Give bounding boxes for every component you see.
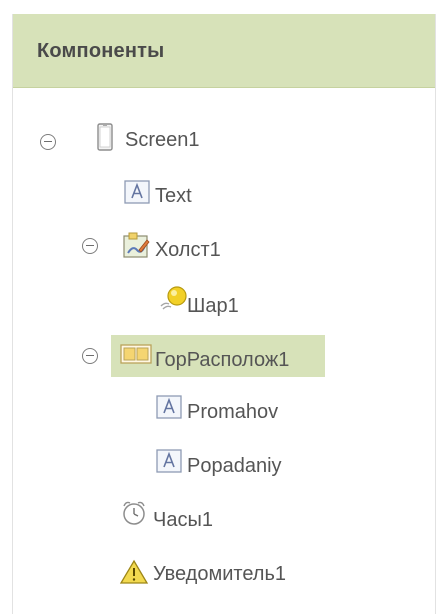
- horizontal-arrangement-icon: [119, 341, 153, 367]
- collapse-screen1-toggle[interactable]: [40, 134, 56, 150]
- tree-node-canvas1[interactable]: Холст1: [155, 240, 221, 260]
- clock-icon: [119, 498, 149, 528]
- screen-icon: [93, 121, 117, 153]
- tree-node-horizontal-arrangement1[interactable]: ГорРасполож1: [155, 350, 289, 370]
- tree-node-ball1[interactable]: Шар1: [187, 296, 239, 316]
- panel-title: Компоненты: [37, 40, 165, 62]
- canvas-icon: [121, 230, 151, 260]
- label-icon: [155, 447, 183, 475]
- tree-node-promahov[interactable]: Promahov: [187, 402, 278, 422]
- notifier-icon: [119, 558, 149, 586]
- components-tree: Screen1 Text Холст1 Шар1 ГорРасполож1 Pr…: [13, 88, 435, 614]
- tree-node-screen1[interactable]: Screen1: [125, 130, 200, 150]
- tree-node-popadaniy[interactable]: Popadaniy: [187, 456, 282, 476]
- components-panel: Компоненты Screen1 Text Холст1 Шар1 ГорР…: [12, 14, 436, 614]
- collapse-canvas-toggle[interactable]: [82, 238, 98, 254]
- components-panel-header: Компоненты: [13, 14, 435, 88]
- label-icon: [155, 393, 183, 421]
- collapse-horizontal-arrangement-toggle[interactable]: [82, 348, 98, 364]
- tree-node-notifier1[interactable]: Уведомитель1: [153, 564, 286, 584]
- tree-node-text[interactable]: Text: [155, 186, 192, 206]
- ball-sprite-icon: [159, 282, 189, 312]
- tree-node-clock1[interactable]: Часы1: [153, 510, 213, 530]
- label-icon: [123, 178, 151, 206]
